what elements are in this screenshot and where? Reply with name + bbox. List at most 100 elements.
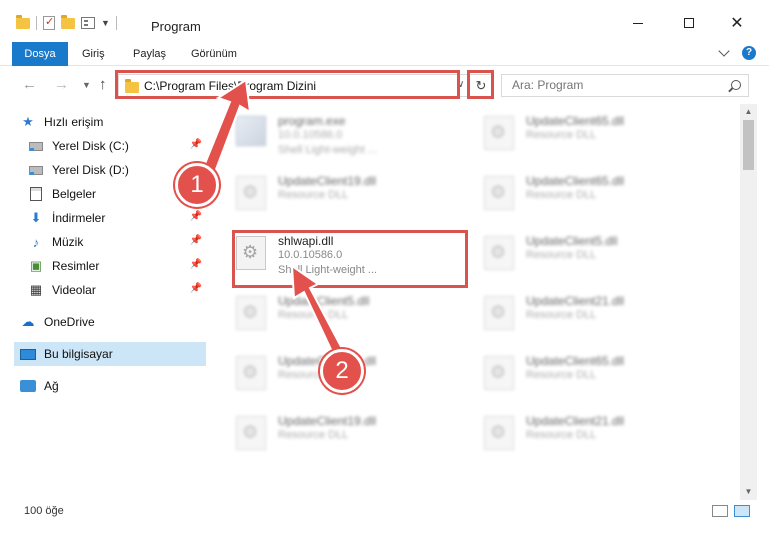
drive-icon-wrap xyxy=(28,139,44,153)
document-icon xyxy=(30,187,42,201)
pin-icon[interactable]: 📌 xyxy=(190,235,202,246)
file-name: UpdateClient65.dll xyxy=(526,354,625,368)
recent-locations-icon[interactable]: ▼ xyxy=(82,80,91,90)
view-icon[interactable] xyxy=(81,17,95,29)
expand-ribbon-icon[interactable] xyxy=(718,45,730,57)
search-box[interactable] xyxy=(501,74,749,97)
picture-icon: ▣ xyxy=(29,258,43,273)
forward-arrow-icon[interactable]: → xyxy=(54,76,69,93)
tiles-view-icon[interactable] xyxy=(734,505,750,517)
close-button[interactable]: ✕ xyxy=(714,10,760,36)
file-highlight xyxy=(232,230,468,288)
pin-icon[interactable]: 📌 xyxy=(190,259,202,270)
sidebar-item-this-pc[interactable]: Bu bilgisayar xyxy=(14,342,206,366)
folder-icon[interactable] xyxy=(16,14,30,29)
tab-home[interactable]: Giriş xyxy=(82,42,105,66)
file-item[interactable]: UpdateClient65.dll Resource DLL xyxy=(480,110,710,162)
pin-icon[interactable]: 📌 xyxy=(190,139,202,150)
search-icon[interactable] xyxy=(731,80,741,90)
network-icon xyxy=(20,380,36,392)
file-description: Resource DLL xyxy=(278,189,349,201)
sidebar-item-network[interactable]: Ağ xyxy=(20,374,206,398)
address-highlight xyxy=(115,70,460,99)
drive-icon xyxy=(29,141,43,151)
ribbon-controls: ? xyxy=(718,45,756,60)
vertical-scrollbar[interactable]: ▲ ▼ xyxy=(740,104,757,500)
pin-icon[interactable]: 📌 xyxy=(190,283,202,294)
tab-share[interactable]: Paylaş xyxy=(133,42,166,66)
sidebar-item-label: Yerel Disk (D:) xyxy=(52,163,129,177)
file-version: 10.0.10586.0 xyxy=(278,129,343,141)
file-item[interactable]: UpdateClient19.dll Resource DLL xyxy=(232,410,462,462)
video-icon: ▦ xyxy=(29,282,43,297)
tab-view[interactable]: Görünüm xyxy=(191,42,237,66)
file-item[interactable]: UpdateClient21.dll Resource DLL xyxy=(480,410,710,462)
cloud-icon: ☁ xyxy=(21,314,35,329)
sidebar-item-videos[interactable]: ▦ Videolar 📌 xyxy=(28,278,206,302)
help-icon[interactable]: ? xyxy=(742,46,756,60)
sidebar-item-label: Yerel Disk (C:) xyxy=(52,139,129,153)
file-item[interactable]: UpdateClient19.dll Resource DLL xyxy=(232,170,462,222)
file-name: UpdateClient65.dll xyxy=(526,114,625,128)
network-icon-wrap xyxy=(20,379,36,393)
ribbon: Dosya Giriş Paylaş Görünüm ? xyxy=(0,42,769,66)
step-2-badge: 2 xyxy=(320,349,364,393)
file-item[interactable]: program.exe 10.0.10586.0 Shell Light-wei… xyxy=(232,110,462,162)
status-bar: 100 öğe xyxy=(0,500,769,534)
scroll-up-icon[interactable]: ▲ xyxy=(740,104,757,120)
customize-dropdown-icon[interactable]: ▼ xyxy=(101,18,110,28)
maximize-button[interactable] xyxy=(666,10,712,36)
sidebar-item-label: Ağ xyxy=(44,379,59,393)
file-description: Resource DLL xyxy=(278,429,349,441)
file-description: Resource DLL xyxy=(526,369,597,381)
minimize-button[interactable] xyxy=(615,10,661,36)
file-item[interactable]: UpdateClient5.dll Resource DLL xyxy=(232,290,462,342)
dll-file-icon xyxy=(236,416,266,450)
dll-file-icon xyxy=(484,356,514,390)
file-name: UpdateClient65.dll xyxy=(526,174,625,188)
view-toggle xyxy=(712,505,750,517)
file-item[interactable]: UpdateClient65.dll Resource DLL xyxy=(480,170,710,222)
tab-file[interactable]: Dosya xyxy=(12,42,68,66)
sidebar-item-onedrive[interactable]: ☁ OneDrive xyxy=(20,310,206,334)
up-arrow-icon[interactable]: ↑ xyxy=(99,76,107,93)
properties-icon[interactable] xyxy=(43,15,55,30)
file-name: UpdateClient5.dll xyxy=(526,234,618,248)
quick-access-toolbar: ▼ xyxy=(16,14,117,32)
details-view-icon[interactable] xyxy=(712,505,728,517)
sidebar-item-label: OneDrive xyxy=(44,315,95,329)
file-item[interactable]: UpdateClient21.dll Resource DLL xyxy=(480,290,710,342)
download-icon: ⬇ xyxy=(30,210,42,225)
sidebar-item-label: Belgeler xyxy=(52,187,97,201)
file-description: Shell Light-weight ... xyxy=(278,144,378,156)
pin-icon[interactable]: 📌 xyxy=(190,211,202,222)
sidebar-item-pictures[interactable]: ▣ Resimler 📌 xyxy=(28,254,206,278)
file-item[interactable]: UpdateClient65.dll Resource DLL xyxy=(480,350,710,402)
file-name: UpdateClient21.dll xyxy=(526,414,625,428)
dll-file-icon xyxy=(236,356,266,390)
music-icon: ♪ xyxy=(32,234,40,250)
sidebar-item-local-disk-c[interactable]: Yerel Disk (C:) 📌 xyxy=(28,134,206,158)
drive-icon-wrap xyxy=(28,163,44,177)
sidebar-item-music[interactable]: ♪ Müzik 📌 xyxy=(28,230,206,254)
maximize-icon xyxy=(684,18,694,28)
new-folder-icon[interactable] xyxy=(61,14,75,29)
file-description: Resource DLL xyxy=(526,249,597,261)
dll-file-icon xyxy=(484,236,514,270)
file-item[interactable]: UpdateClient5.dll Resource DLL xyxy=(480,230,710,282)
search-input[interactable] xyxy=(512,78,722,92)
scroll-thumb[interactable] xyxy=(743,120,754,170)
dll-file-icon xyxy=(484,296,514,330)
drive-icon xyxy=(29,165,43,175)
file-list: program.exe 10.0.10586.0 Shell Light-wei… xyxy=(206,104,740,500)
file-description: Resource DLL xyxy=(526,429,597,441)
file-name: UpdateClient21.dll xyxy=(526,294,625,308)
scroll-down-icon[interactable]: ▼ xyxy=(740,484,757,500)
dll-file-icon xyxy=(236,296,266,330)
dll-file-icon xyxy=(484,176,514,210)
title-bar: ▼ Program ✕ xyxy=(0,0,769,40)
sidebar-item-downloads[interactable]: ⬇ İndirmeler 📌 xyxy=(28,206,206,230)
sidebar-item-label: Resimler xyxy=(52,259,100,273)
sidebar-item-quick-access[interactable]: ★ Hızlı erişim xyxy=(20,110,206,134)
back-arrow-icon[interactable]: ← xyxy=(22,76,37,93)
